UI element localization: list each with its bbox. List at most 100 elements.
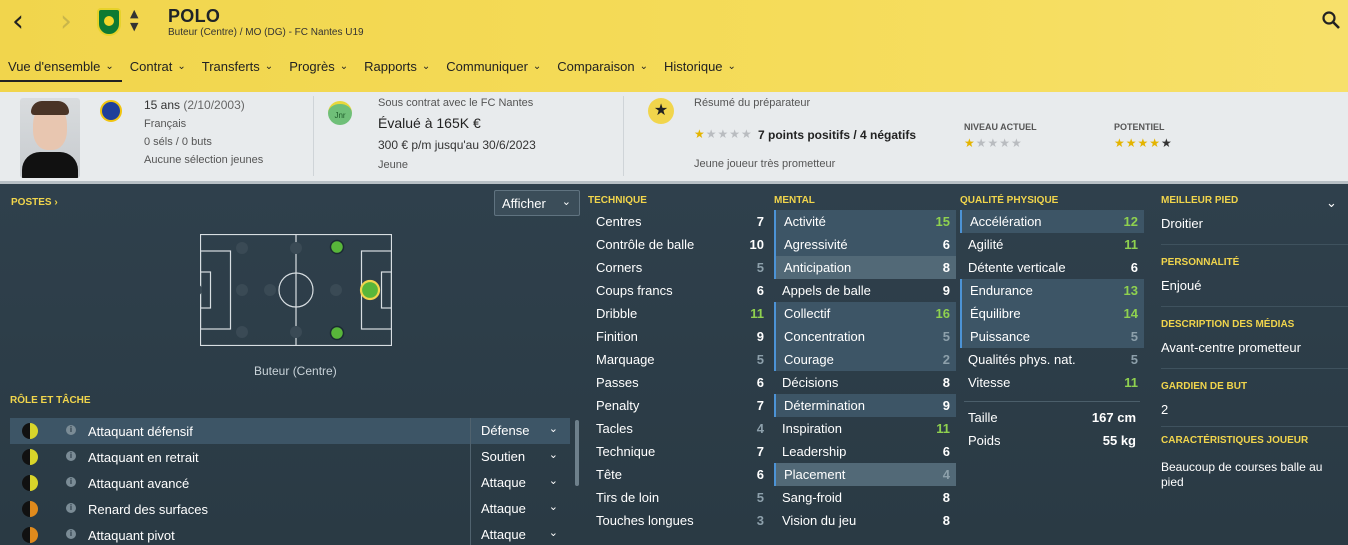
chevron-down-icon: ⌄: [421, 61, 431, 72]
attribute-row[interactable]: Coups francs 6: [588, 279, 770, 302]
goalkeeper-value: 2: [1161, 402, 1169, 417]
tab-progress[interactable]: Progrès ⌄: [281, 56, 356, 82]
attribute-name: Activité: [784, 214, 826, 229]
attribute-value: 8: [942, 375, 950, 390]
search-icon[interactable]: [1322, 11, 1340, 29]
attribute-row[interactable]: Anticipation 8: [774, 256, 956, 279]
scrollbar[interactable]: [575, 420, 579, 486]
attribute-row[interactable]: Puissance 5: [960, 325, 1144, 348]
info-icon[interactable]: i: [66, 529, 76, 539]
attribute-row[interactable]: Collectif 16: [774, 302, 956, 325]
attribute-row[interactable]: Inspiration 11: [774, 417, 956, 440]
attribute-name: Vitesse: [968, 375, 1011, 390]
attribute-name: Puissance: [970, 329, 1030, 344]
positions-title[interactable]: POSTES ›: [11, 197, 58, 208]
attribute-row[interactable]: Tête 6: [588, 463, 770, 486]
attribute-name: Centres: [596, 214, 642, 229]
duty-select[interactable]: Attaque ⌄: [470, 470, 570, 496]
attribute-row[interactable]: Tirs de loin 5: [588, 486, 770, 509]
duty-select[interactable]: Attaque ⌄: [470, 496, 570, 522]
info-icon[interactable]: i: [66, 477, 76, 487]
attribute-value: 5: [756, 260, 764, 275]
position-marker[interactable]: [329, 325, 345, 341]
attribute-row[interactable]: Agressivité 6: [774, 233, 956, 256]
duty-value: Attaque: [481, 501, 526, 516]
attribute-row[interactable]: Détente verticale 6: [960, 256, 1144, 279]
tab-reports[interactable]: Rapports ⌄: [356, 56, 438, 82]
role-row[interactable]: i Attaquant pivot Attaque ⌄: [10, 522, 570, 545]
chevron-down-icon[interactable]: ⌄: [1326, 196, 1337, 211]
attribute-row[interactable]: Penalty 7: [588, 394, 770, 417]
tab-label: Historique: [664, 59, 723, 74]
attribute-row[interactable]: Courage 2: [774, 348, 956, 371]
attribute-row[interactable]: Décisions 8: [774, 371, 956, 394]
attribute-row[interactable]: Centres 7: [588, 210, 770, 233]
tab-communicate[interactable]: Communiquer ⌄: [438, 56, 549, 82]
attribute-row[interactable]: Appels de balle 9: [774, 279, 956, 302]
attribute-row[interactable]: Touches longues 3: [588, 509, 770, 532]
attribute-row[interactable]: Détermination 9: [774, 394, 956, 417]
attribute-row[interactable]: Endurance 13: [960, 279, 1144, 302]
attribute-name: Appels de balle: [782, 283, 871, 298]
display-dropdown[interactable]: Afficher ⌄: [494, 190, 580, 216]
attribute-name: Décisions: [782, 375, 839, 390]
divider: [1161, 244, 1348, 245]
info-icon[interactable]: i: [66, 451, 76, 461]
tab-label: Rapports: [364, 59, 417, 74]
role-row[interactable]: i Attaquant avancé Attaque ⌄: [10, 470, 570, 496]
role-name: Renard des surfaces: [88, 502, 208, 517]
position-marker[interactable]: [329, 239, 345, 255]
role-row[interactable]: i Attaquant défensif Défense ⌄: [10, 418, 570, 444]
attribute-name: Passes: [596, 375, 639, 390]
attribute-row[interactable]: Corners 5: [588, 256, 770, 279]
attribute-row[interactable]: Technique 7: [588, 440, 770, 463]
player-switch-icon[interactable]: ▲ ▼: [130, 7, 138, 33]
attribute-name: Détermination: [784, 398, 865, 413]
attribute-row[interactable]: Dribble 11: [588, 302, 770, 325]
attribute-row[interactable]: Activité 15: [774, 210, 956, 233]
attribute-row[interactable]: Agilité 11: [960, 233, 1144, 256]
role-row[interactable]: i Renard des surfaces Attaque ⌄: [10, 496, 570, 522]
role-row[interactable]: i Attaquant en retrait Soutien ⌄: [10, 444, 570, 470]
tab-history[interactable]: Historique ⌄: [656, 56, 744, 82]
attribute-row[interactable]: Accélération 12: [960, 210, 1144, 233]
attribute-row[interactable]: Équilibre 14: [960, 302, 1144, 325]
tab-contract[interactable]: Contrat ⌄: [122, 56, 194, 82]
duty-select[interactable]: Attaque ⌄: [470, 522, 570, 545]
attribute-row[interactable]: Vision du jeu 8: [774, 509, 956, 532]
duty-select[interactable]: Défense ⌄: [470, 418, 570, 444]
attribute-value: 11: [1124, 237, 1138, 252]
tab-overview[interactable]: Vue d'ensemble ⌄: [0, 56, 122, 82]
attribute-row[interactable]: Sang-froid 8: [774, 486, 956, 509]
attribute-name: Qualités phys. nat.: [968, 352, 1076, 367]
tab-label: Progrès: [289, 59, 335, 74]
attribute-row[interactable]: Tacles 4: [588, 417, 770, 440]
attribute-name: Contrôle de balle: [596, 237, 695, 252]
attribute-value: 7: [756, 214, 764, 229]
attribute-value: 3: [756, 513, 764, 528]
attribute-name: Agressivité: [784, 237, 848, 252]
attribute-row[interactable]: Leadership 6: [774, 440, 956, 463]
player-subtitle: Buteur (Centre) / MO (DG) - FC Nantes U1…: [168, 27, 364, 38]
attribute-row[interactable]: Passes 6: [588, 371, 770, 394]
club-crest-icon[interactable]: [97, 8, 121, 36]
back-icon[interactable]: ‹: [12, 7, 24, 37]
forward-icon[interactable]: ›: [60, 7, 72, 37]
attribute-row[interactable]: Vitesse 11: [960, 371, 1144, 394]
divider: [1161, 426, 1348, 427]
attribute-row[interactable]: Qualités phys. nat. 5: [960, 348, 1144, 371]
info-icon[interactable]: i: [66, 503, 76, 513]
report-summary[interactable]: 7 points positifs / 4 négatifs: [758, 128, 916, 142]
attribute-row[interactable]: Marquage 5: [588, 348, 770, 371]
player-name: POLO: [168, 6, 221, 26]
attribute-row[interactable]: Finition 9: [588, 325, 770, 348]
attribute-row[interactable]: Contrôle de balle 10: [588, 233, 770, 256]
info-icon[interactable]: i: [66, 425, 76, 435]
duty-select[interactable]: Soutien ⌄: [470, 444, 570, 470]
position-marker-selected[interactable]: [359, 279, 381, 301]
attribute-row[interactable]: Concentration 5: [774, 325, 956, 348]
tab-comparison[interactable]: Comparaison ⌄: [549, 56, 656, 82]
tab-transfers[interactable]: Transferts ⌄: [194, 56, 281, 82]
attribute-row[interactable]: Placement 4: [774, 463, 956, 486]
nationality-flag-icon[interactable]: [100, 100, 122, 122]
